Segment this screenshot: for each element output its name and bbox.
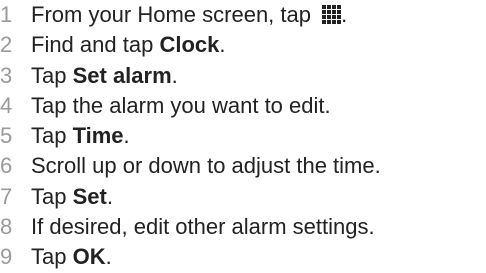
step-text: Find and tap Clock.: [31, 30, 225, 60]
step-number: 2: [0, 32, 13, 58]
step-number: 6: [0, 153, 13, 179]
step-9: 9 Tap OK.: [0, 242, 486, 272]
step-text: Tap Time.: [31, 121, 130, 151]
step-text-part: Tap the alarm you want to edit.: [31, 92, 331, 118]
step-number: 8: [0, 214, 13, 240]
step-number: 4: [0, 92, 13, 118]
step-text: Tap the alarm you want to edit.: [31, 91, 331, 121]
step-8: 8 If desired, edit other alarm settings.: [0, 212, 486, 242]
step-text-part: .: [341, 2, 348, 27]
apps-grid-icon: [322, 5, 342, 24]
step-text-part: .: [219, 32, 226, 58]
instruction-steps: 1 From your Home screen, tap . 2 Find an…: [0, 0, 486, 273]
step-keyword: Set alarm: [72, 62, 172, 88]
step-text: Tap Set alarm.: [31, 61, 178, 91]
step-text: Tap OK.: [31, 242, 112, 272]
step-text-part: .: [123, 123, 130, 149]
step-number: 5: [0, 123, 13, 149]
step-5: 5 Tap Time.: [0, 121, 486, 151]
step-text: From your Home screen, tap .: [31, 0, 347, 30]
step-text-part: Tap: [31, 244, 73, 270]
step-text-part: .: [171, 62, 178, 88]
step-3: 3 Tap Set alarm.: [0, 61, 486, 91]
step-text-part: Find and tap: [31, 32, 160, 58]
step-keyword: Clock: [159, 32, 220, 58]
step-2: 2 Find and tap Clock.: [0, 30, 486, 60]
step-number: 3: [0, 62, 13, 88]
step-text-part: Tap: [31, 183, 73, 209]
step-6: 6 Scroll up or down to adjust the time.: [0, 151, 486, 181]
step-text-part: Tap: [31, 62, 73, 88]
step-7: 7 Tap Set.: [0, 182, 486, 212]
step-text: Scroll up or down to adjust the time.: [31, 151, 381, 181]
step-4: 4 Tap the alarm you want to edit.: [0, 91, 486, 121]
step-number: 9: [0, 244, 13, 270]
step-text-part: If desired, edit other alarm settings.: [31, 214, 375, 240]
step-text-part: Scroll up or down to adjust the time.: [31, 153, 381, 179]
step-number: 1: [0, 2, 13, 27]
step-keyword: Set: [72, 183, 107, 209]
step-number: 7: [0, 183, 13, 209]
step-text: If desired, edit other alarm settings.: [31, 212, 375, 242]
step-text-part: Tap: [31, 123, 73, 149]
step-text-part: From your Home screen, tap: [31, 2, 318, 27]
step-text-part: .: [106, 183, 113, 209]
step-text-part: .: [105, 244, 112, 270]
step-keyword: OK: [72, 244, 106, 270]
step-1: 1 From your Home screen, tap .: [0, 0, 486, 30]
step-keyword: Time: [72, 123, 124, 149]
step-text: Tap Set.: [31, 182, 113, 212]
